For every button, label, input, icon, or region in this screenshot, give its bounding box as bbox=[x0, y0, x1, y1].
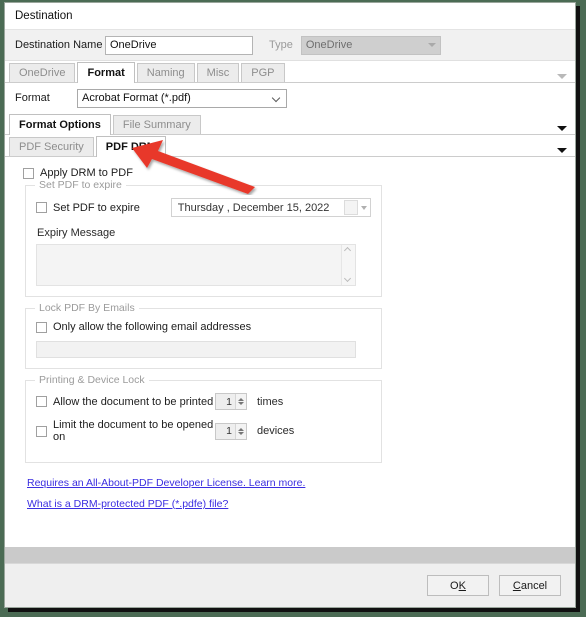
page-title: Destination bbox=[5, 3, 575, 29]
printing-device-lock-group-title: Printing & Device Lock bbox=[35, 374, 149, 386]
sub-tabstrip: PDF Security PDF DRM bbox=[5, 135, 575, 157]
lock-pdf-by-emails-group-title: Lock PDF By Emails bbox=[35, 302, 139, 314]
type-label: Type bbox=[269, 39, 293, 51]
tab-naming[interactable]: Naming bbox=[137, 63, 195, 82]
set-pdf-to-expire-group: Set PDF to expire Set PDF to expire Thur… bbox=[25, 185, 382, 297]
spinner-down-icon[interactable] bbox=[238, 402, 244, 405]
tab-format[interactable]: Format bbox=[77, 62, 134, 83]
destination-row: Destination Name Type OneDrive bbox=[5, 29, 575, 61]
tab-format-options[interactable]: Format Options bbox=[9, 114, 111, 135]
format-label: Format bbox=[15, 92, 77, 104]
footer-separator bbox=[5, 547, 575, 563]
lock-pdf-by-emails-group: Lock PDF By Emails Only allow the follow… bbox=[25, 308, 382, 369]
apply-drm-label: Apply DRM to PDF bbox=[40, 167, 133, 179]
spinner-up-icon[interactable] bbox=[238, 428, 244, 431]
chevron-down-icon bbox=[428, 43, 436, 47]
allow-print-row: Allow the document to be printed 1 times bbox=[36, 393, 371, 410]
info-links: Requires an All-About-PDF Developer Lice… bbox=[27, 477, 575, 510]
allow-emails-row: Only allow the following email addresses bbox=[36, 321, 371, 333]
format-combo[interactable]: Acrobat Format (*.pdf) bbox=[77, 89, 287, 108]
pdf-drm-panel: Apply DRM to PDF Set PDF to expire Set P… bbox=[5, 157, 575, 507]
device-count-spin-buttons[interactable] bbox=[235, 424, 246, 439]
limit-devices-checkbox[interactable] bbox=[36, 426, 47, 437]
device-count-unit: devices bbox=[257, 425, 294, 437]
ok-button[interactable]: OK bbox=[427, 575, 489, 596]
spinner-down-icon[interactable] bbox=[238, 432, 244, 435]
cancel-button[interactable]: Cancel bbox=[499, 575, 561, 596]
allow-print-label: Allow the document to be printed bbox=[53, 396, 215, 408]
main-tabstrip: OneDrive Format Naming Misc PGP bbox=[5, 61, 575, 83]
limit-devices-row: Limit the document to be opened on 1 dev… bbox=[36, 419, 371, 443]
apply-drm-checkbox[interactable] bbox=[23, 168, 34, 179]
set-pdf-to-expire-group-title: Set PDF to expire bbox=[35, 179, 126, 191]
chevron-down-icon bbox=[273, 94, 282, 103]
developer-license-link[interactable]: Requires an All-About-PDF Developer Lice… bbox=[27, 477, 575, 489]
expiry-message-textarea[interactable] bbox=[36, 244, 356, 286]
device-count-stepper[interactable]: 1 bbox=[215, 423, 247, 440]
print-count-unit: times bbox=[257, 396, 283, 408]
type-combo[interactable]: OneDrive bbox=[301, 36, 441, 55]
format-combo-value: Acrobat Format (*.pdf) bbox=[82, 92, 273, 104]
dialog-footer: OK Cancel bbox=[5, 563, 575, 607]
set-expire-row: Set PDF to expire Thursday , December 15… bbox=[36, 198, 371, 217]
cancel-button-label: Cancel bbox=[513, 580, 547, 592]
allow-emails-checkbox[interactable] bbox=[36, 322, 47, 333]
calendar-icon[interactable] bbox=[344, 200, 358, 215]
tab-pdf-security[interactable]: PDF Security bbox=[9, 137, 94, 156]
limit-devices-label: Limit the document to be opened on bbox=[53, 419, 215, 443]
print-count-spin-buttons[interactable] bbox=[235, 394, 246, 409]
sub-overflow-chevron-icon[interactable] bbox=[557, 148, 567, 153]
tab-pgp[interactable]: PGP bbox=[241, 63, 284, 82]
print-count-value: 1 bbox=[216, 396, 235, 408]
scroll-up-icon[interactable] bbox=[345, 248, 352, 253]
tab-onedrive[interactable]: OneDrive bbox=[9, 63, 75, 82]
drm-protected-pdf-link[interactable]: What is a DRM-protected PDF (*.pdfe) fil… bbox=[27, 498, 575, 510]
allowed-emails-input[interactable] bbox=[36, 341, 356, 358]
expiry-message-label: Expiry Message bbox=[37, 227, 371, 239]
type-combo-value: OneDrive bbox=[306, 39, 428, 51]
spinner-up-icon[interactable] bbox=[238, 398, 244, 401]
chevron-down-icon[interactable] bbox=[361, 206, 367, 210]
destination-name-input[interactable] bbox=[105, 36, 253, 55]
destination-dialog: Destination Destination Name Type OneDri… bbox=[4, 2, 576, 608]
print-count-stepper[interactable]: 1 bbox=[215, 393, 247, 410]
set-pdf-to-expire-checkbox[interactable] bbox=[36, 202, 47, 213]
destination-name-label: Destination Name bbox=[15, 39, 105, 51]
device-count-value: 1 bbox=[216, 425, 235, 437]
apply-drm-row[interactable]: Apply DRM to PDF bbox=[5, 167, 575, 179]
tab-misc[interactable]: Misc bbox=[197, 63, 240, 82]
allow-emails-label: Only allow the following email addresses bbox=[53, 321, 251, 333]
allow-print-checkbox[interactable] bbox=[36, 396, 47, 407]
tab-file-summary[interactable]: File Summary bbox=[113, 115, 201, 134]
section-overflow-chevron-icon[interactable] bbox=[557, 126, 567, 131]
screenshot-backdrop: Destination Destination Name Type OneDri… bbox=[0, 0, 586, 617]
ok-button-label: OK bbox=[450, 580, 466, 592]
expiry-date-picker[interactable]: Thursday , December 15, 2022 bbox=[171, 198, 371, 217]
section-tabstrip: Format Options File Summary bbox=[5, 113, 575, 135]
expiry-message-text[interactable] bbox=[37, 245, 341, 285]
scroll-down-icon[interactable] bbox=[345, 277, 352, 282]
set-pdf-to-expire-label: Set PDF to expire bbox=[53, 202, 171, 214]
printing-device-lock-group: Printing & Device Lock Allow the documen… bbox=[25, 380, 382, 463]
expiry-date-value: Thursday , December 15, 2022 bbox=[178, 202, 344, 214]
tab-overflow-chevron-icon[interactable] bbox=[557, 74, 567, 79]
format-row: Format Acrobat Format (*.pdf) bbox=[5, 83, 575, 113]
expiry-message-scrollbar[interactable] bbox=[341, 245, 355, 285]
tab-pdf-drm[interactable]: PDF DRM bbox=[96, 136, 166, 157]
